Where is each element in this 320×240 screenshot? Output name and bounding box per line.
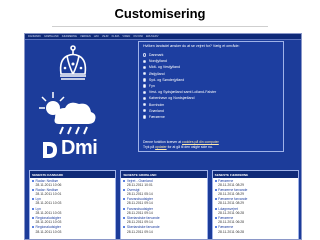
- dmi-website-screenshot: Danmark Grønland Færøerne Verden Hav Vej…: [24, 33, 302, 240]
- list-item[interactable]: Skeriandske farvande 28.11.2011 09:14: [121, 225, 206, 234]
- bullet-icon: [32, 207, 34, 210]
- list-item[interactable]: Radar: Nedbør 28.11.2011 10:01: [30, 187, 115, 196]
- list-item[interactable]: Farvandsudsigter 28.11.2011 09:14: [121, 197, 206, 206]
- bullet-icon: [123, 207, 126, 210]
- cookies-link[interactable]: cookies på din computer: [182, 140, 219, 144]
- bullet-icon: [32, 198, 34, 201]
- nav-item-faeroerne[interactable]: Færøerne: [62, 35, 77, 38]
- nav-item-hav[interactable]: Hav: [94, 35, 99, 38]
- nav-item-verden[interactable]: Verden: [80, 35, 91, 38]
- radio-button[interactable]: [143, 59, 147, 63]
- list-item[interactable]: Radar: Nedbør 28.11.2011 10:06: [30, 178, 115, 187]
- crown-icon: [59, 45, 87, 80]
- list-item[interactable]: Oversigt 28.11.2011 05:14: [121, 187, 206, 196]
- nav-item-vejr[interactable]: Vejr: [102, 35, 109, 38]
- radio-button[interactable]: [143, 84, 147, 88]
- list-item[interactable]: Færøerne 28.11.2011 06:28: [213, 216, 298, 225]
- bullet-icon: [123, 179, 126, 182]
- nav-item-gronland[interactable]: Grønland: [44, 35, 59, 38]
- region-option-faeroerne[interactable]: Færøerne: [143, 114, 216, 120]
- bullet-icon: [214, 198, 217, 201]
- panel-title: SENESTE DANMARK: [30, 171, 116, 178]
- top-navigation: Danmark Grønland Færøerne Verden Hav Vej…: [25, 34, 301, 40]
- update-note: Tryk på opdater for at gå til den valgte…: [143, 145, 213, 149]
- radio-button[interactable]: [143, 65, 147, 70]
- radio-button[interactable]: [143, 90, 147, 94]
- update-link[interactable]: opdater: [155, 145, 167, 149]
- panel-seneste-gronland: SENESTE GRØNLAND Vejret - Grønland 28.11.…: [120, 170, 208, 239]
- list-item[interactable]: Skeriandske farvande 28.11.2011 09:14: [121, 216, 206, 225]
- region-prompt: Hvilken landsdel ønsker du at se vejret …: [143, 44, 240, 48]
- list-item[interactable]: Regionaludsigter 28.11.2011 10:03: [30, 225, 115, 234]
- panel-seneste-faeroerne: SENESTE FÆRØERNE Færøerne 28.11.2011 08:2…: [211, 170, 299, 239]
- panel-seneste-danmark: SENESTE DANMARK Radar: Nedbør 28.11.2011 …: [29, 170, 117, 239]
- bullet-icon: [214, 226, 217, 229]
- region-selector: Hvilken landsdel ønsker du at se vejret …: [138, 41, 284, 152]
- radio-button[interactable]: [143, 115, 147, 119]
- list-item[interactable]: Færøerne 28.11.2011 06:28: [213, 225, 298, 234]
- radio-button[interactable]: [143, 53, 147, 57]
- bullet-icon: [123, 198, 126, 201]
- cookie-note: Denne funktion kræver at cookies på din …: [143, 140, 219, 144]
- radio-button[interactable]: [143, 71, 147, 76]
- list-item[interactable]: Farvandsudsigter 28.11.2011 09:14: [121, 206, 206, 215]
- bullet-icon: [32, 179, 34, 182]
- dmi-logo-icon: [43, 142, 57, 158]
- bullet-icon: [123, 226, 126, 229]
- radio-button[interactable]: [143, 78, 147, 82]
- bullet-icon: [123, 188, 126, 191]
- bullet-icon: [32, 226, 34, 229]
- list-item[interactable]: Lyn 28.11.2011 10:03: [30, 197, 115, 206]
- list-item[interactable]: Regionaludsigter 28.11.2011 10:03: [30, 216, 115, 225]
- list-item[interactable]: Vejret - Grønland 28.11.2011 10:01: [121, 178, 206, 187]
- bullet-icon: [214, 188, 217, 191]
- list-item[interactable]: Færøerne farvande 28.11.2011 08:29: [213, 197, 298, 206]
- nav-item-danmark[interactable]: Danmark: [28, 35, 41, 38]
- bullet-icon: [32, 217, 34, 220]
- list-item[interactable]: I-døgnsvejret 28.11.2011 06:28: [213, 206, 298, 215]
- list-item[interactable]: Lyn 28.11.2011 10:03: [30, 206, 115, 215]
- bullet-icon: [214, 179, 217, 182]
- panel-title: SENESTE FÆRØERNE: [212, 171, 298, 178]
- latest-panels: SENESTE DANMARK Radar: Nedbør 28.11.2011 …: [29, 170, 299, 239]
- radio-button[interactable]: [143, 109, 147, 113]
- sun-cloud-rain-icon: [39, 92, 96, 135]
- bullet-icon: [123, 217, 126, 220]
- logo-area: Dmi: [29, 42, 119, 162]
- bullet-icon: [214, 217, 217, 220]
- bullet-icon: [32, 188, 34, 191]
- nav-item-viden[interactable]: Viden: [122, 35, 130, 38]
- dmi-logo-text: Dmi: [61, 137, 98, 159]
- bullet-icon: [214, 207, 217, 210]
- region-options: Danmark Nordjylland Midt- og Vestjylland…: [143, 52, 216, 120]
- slide-title: Customisering: [114, 6, 206, 21]
- nav-item-erhverv[interactable]: Erhverv: [146, 35, 159, 38]
- panel-title: SENESTE GRØNLAND: [121, 171, 207, 178]
- radio-button[interactable]: [143, 96, 147, 101]
- nav-item-om-dmi[interactable]: Om DMI: [133, 35, 143, 38]
- list-item[interactable]: Færøerne 28.11.2011 08:29: [213, 178, 298, 187]
- title-divider: [52, 26, 268, 27]
- radio-button[interactable]: [143, 102, 147, 107]
- list-item[interactable]: Færøerne farvande 28.11.2011 08:29: [213, 187, 298, 196]
- nav-item-klima[interactable]: Klima: [112, 35, 120, 38]
